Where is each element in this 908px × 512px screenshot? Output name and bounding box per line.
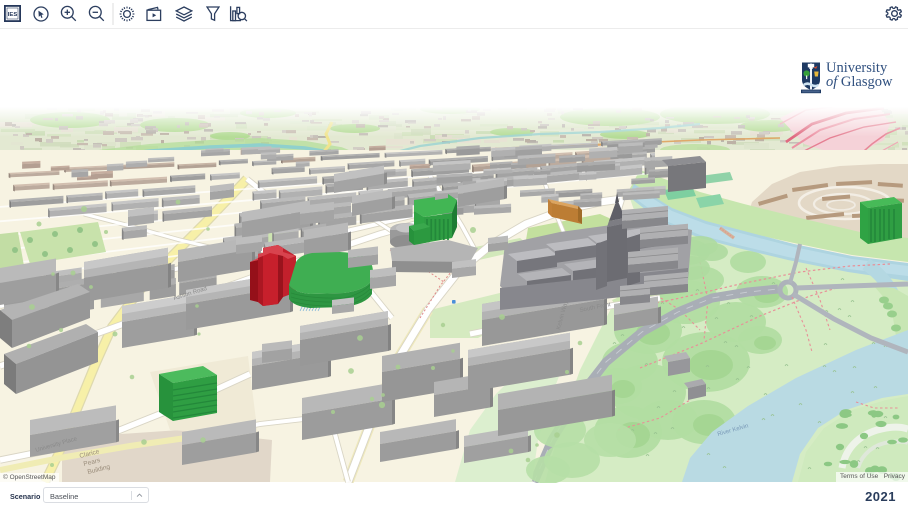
svg-text:IES: IES [8,12,18,18]
